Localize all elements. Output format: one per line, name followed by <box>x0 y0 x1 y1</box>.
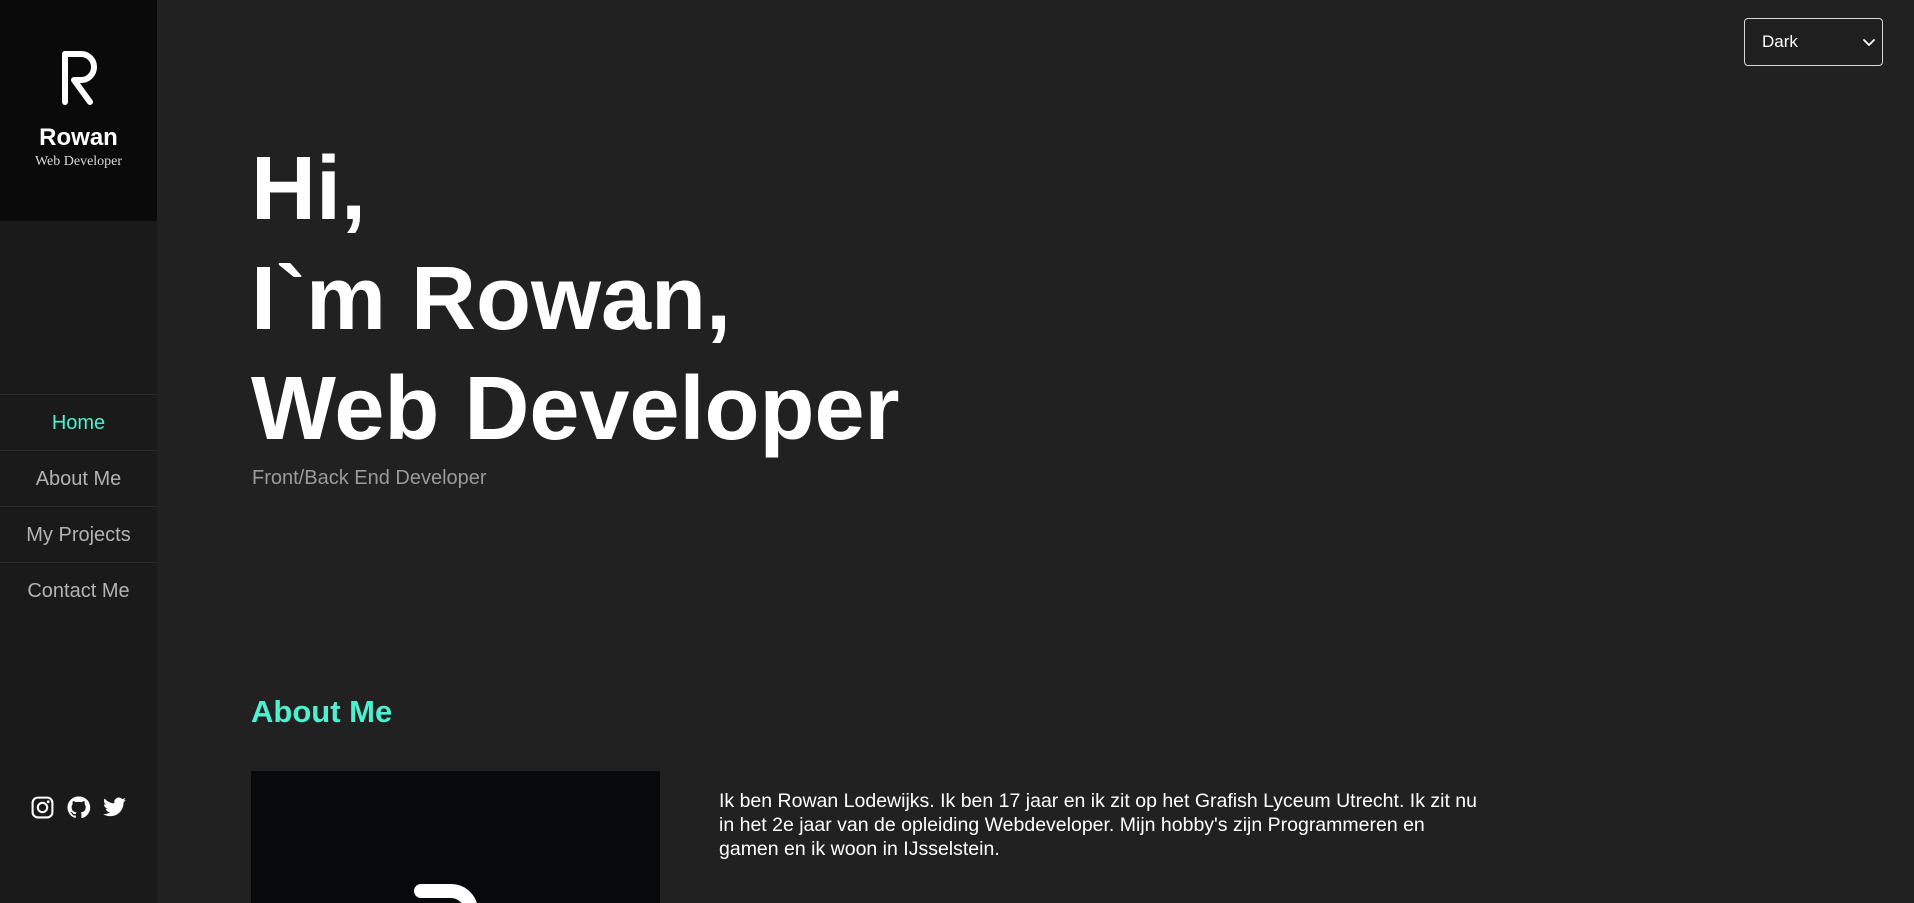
social-links <box>0 795 157 820</box>
brand-name: Rowan <box>39 124 118 151</box>
hero-name: I`m Rowan, <box>251 249 732 349</box>
about-section-title: About Me <box>251 694 393 729</box>
theme-select-value: Dark <box>1762 32 1798 51</box>
theme-select[interactable]: Dark <box>1744 18 1883 66</box>
sidebar: Rowan Web Developer Home About Me My Pro… <box>0 0 157 903</box>
twitter-icon[interactable] <box>102 795 127 820</box>
hero-subtitle: Front/Back End Developer <box>252 467 487 489</box>
about-image <box>251 771 660 903</box>
hero-greeting: Hi, <box>251 139 367 239</box>
brand-role: Web Developer <box>34 154 123 169</box>
hero-title: Web Developer <box>251 359 900 459</box>
r-logo-icon[interactable] <box>59 50 99 106</box>
nav-item-contact-me[interactable]: Contact Me <box>0 562 157 618</box>
github-icon[interactable] <box>66 795 91 820</box>
brand-block: Rowan Web Developer <box>0 0 157 221</box>
nav-item-my-projects[interactable]: My Projects <box>0 506 157 562</box>
about-text: Ik ben Rowan Lodewijks. Ik ben 17 jaar e… <box>719 790 1477 860</box>
nav-item-home[interactable]: Home <box>0 394 157 450</box>
nav-item-about-me[interactable]: About Me <box>0 450 157 506</box>
instagram-icon[interactable] <box>30 795 55 820</box>
r-logo-icon <box>414 884 477 903</box>
main-nav: Home About Me My Projects Contact Me <box>0 394 157 618</box>
chevron-down-icon <box>1863 39 1875 46</box>
